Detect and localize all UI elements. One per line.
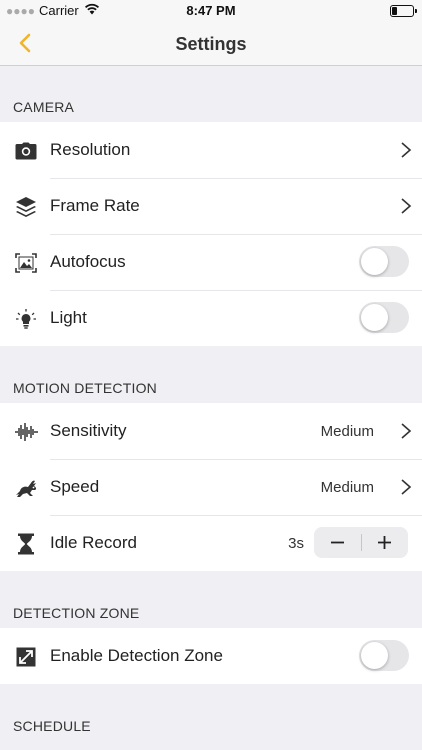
- row-speed[interactable]: Speed Medium: [0, 459, 422, 515]
- row-autofocus: Autofocus: [0, 234, 422, 290]
- chevron-right-icon: [401, 423, 412, 439]
- light-toggle[interactable]: [359, 302, 409, 333]
- speed-value: Medium: [320, 479, 374, 496]
- hourglass-icon: [14, 532, 38, 556]
- row-label: Enable Detection Zone: [50, 646, 223, 665]
- row-sensitivity[interactable]: Sensitivity Medium: [0, 403, 422, 459]
- chevron-right-icon: [401, 198, 412, 214]
- idle-record-value: 3s: [288, 535, 304, 552]
- section-header-camera: CAMERA: [13, 99, 75, 115]
- expand-arrows-icon: [14, 645, 38, 669]
- sensitivity-value: Medium: [320, 423, 374, 440]
- focus-frame-icon: [14, 251, 38, 275]
- row-label: Resolution: [50, 140, 131, 159]
- chevron-right-icon: [401, 479, 412, 495]
- status-time: 8:47 PM: [186, 3, 236, 18]
- row-label: Speed: [50, 477, 100, 496]
- row-frame-rate[interactable]: Frame Rate: [0, 178, 422, 234]
- chevron-right-icon: [401, 142, 412, 158]
- plus-icon: [378, 536, 391, 549]
- minus-icon: [331, 541, 344, 544]
- rabbit-icon: [14, 476, 38, 500]
- detection-zone-toggle[interactable]: [359, 640, 409, 671]
- camera-group: Resolution Frame Rate Autofocus Light: [0, 122, 422, 346]
- layers-icon: [14, 195, 38, 219]
- row-light: Light: [0, 290, 422, 346]
- waveform-icon: [14, 420, 38, 444]
- autofocus-toggle[interactable]: [359, 246, 409, 277]
- zone-group: Enable Detection Zone: [0, 628, 422, 684]
- row-label: Sensitivity: [50, 421, 127, 440]
- section-header-motion: MOTION DETECTION: [13, 380, 157, 396]
- battery-icon: [390, 5, 417, 17]
- page-title: Settings: [175, 34, 247, 54]
- row-enable-detection-zone: Enable Detection Zone: [0, 628, 422, 684]
- camera-icon: [14, 139, 38, 163]
- navigation-bar: Settings: [0, 22, 422, 66]
- decrement-button[interactable]: [314, 527, 361, 558]
- section-header-schedule: SCHEDULE: [13, 718, 91, 734]
- increment-button[interactable]: [361, 527, 408, 558]
- row-label: Autofocus: [50, 252, 126, 271]
- row-resolution[interactable]: Resolution: [0, 122, 422, 178]
- row-label: Frame Rate: [50, 196, 140, 215]
- status-bar: ●●●● Carrier 8:47 PM: [0, 0, 422, 22]
- row-label: Idle Record: [50, 533, 137, 552]
- row-idle-record: Idle Record 3s: [0, 515, 422, 571]
- section-header-zone: DETECTION ZONE: [13, 605, 140, 621]
- row-label: Light: [50, 308, 87, 327]
- lightbulb-icon: [14, 307, 38, 331]
- idle-record-stepper: [314, 527, 408, 558]
- motion-group: Sensitivity Medium Speed Medium Idle Rec…: [0, 403, 422, 571]
